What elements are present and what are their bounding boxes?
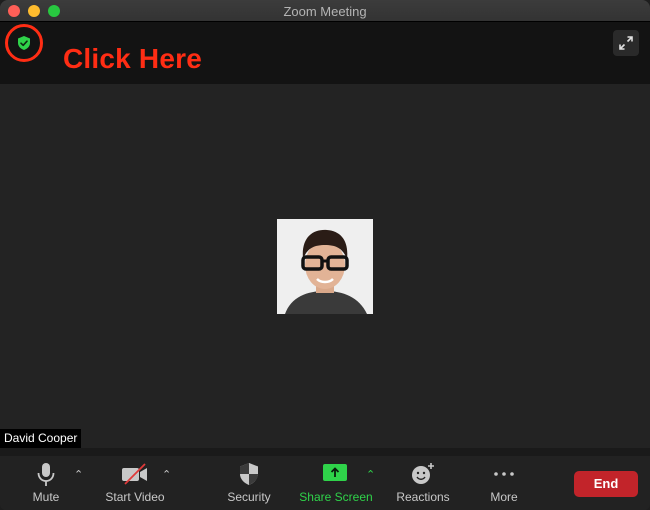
microphone-icon	[35, 462, 57, 493]
more-label: More	[490, 490, 518, 504]
security-label: Security	[227, 490, 271, 504]
title-bar: Zoom Meeting	[0, 0, 650, 22]
share-screen-icon	[323, 462, 349, 487]
zoom-meeting-window: Zoom Meeting Click Here David Cooper Mut…	[0, 0, 650, 510]
click-here-annotation: Click Here	[63, 43, 202, 74]
more-button[interactable]: More	[480, 456, 528, 510]
participant-name-label: David Cooper	[0, 429, 82, 448]
window-title: Zoom Meeting	[283, 4, 367, 19]
start-video-label: Start Video	[105, 490, 165, 504]
mute-button[interactable]: Mute	[18, 456, 74, 510]
share-screen-button[interactable]: Share Screen	[294, 456, 378, 510]
reactions-label: Reactions	[396, 490, 450, 504]
expand-icon	[619, 36, 633, 50]
video-off-icon	[121, 462, 149, 491]
video-options-chevron-up-icon[interactable]: ⌃	[162, 468, 171, 481]
meeting-toolbar: Mute ⌃ Start Video ⌃ Security Share Scre…	[0, 456, 650, 510]
end-meeting-button[interactable]: End	[574, 471, 638, 497]
reactions-icon	[410, 462, 436, 491]
audio-options-chevron-up-icon[interactable]: ⌃	[74, 468, 83, 481]
reactions-button[interactable]: Reactions	[392, 456, 454, 510]
participant-avatar	[277, 219, 373, 314]
more-icon	[492, 462, 516, 491]
fullscreen-button[interactable]	[613, 30, 639, 56]
mute-label: Mute	[32, 490, 60, 504]
shield-icon	[238, 462, 260, 491]
share-screen-label: Share Screen	[299, 490, 373, 504]
start-video-button[interactable]: Start Video	[98, 456, 172, 510]
security-button[interactable]: Security	[220, 456, 278, 510]
share-options-chevron-up-icon[interactable]: ⌃	[366, 468, 375, 481]
toolbar-divider	[0, 448, 650, 456]
meeting-security-shield-icon[interactable]	[16, 35, 32, 51]
